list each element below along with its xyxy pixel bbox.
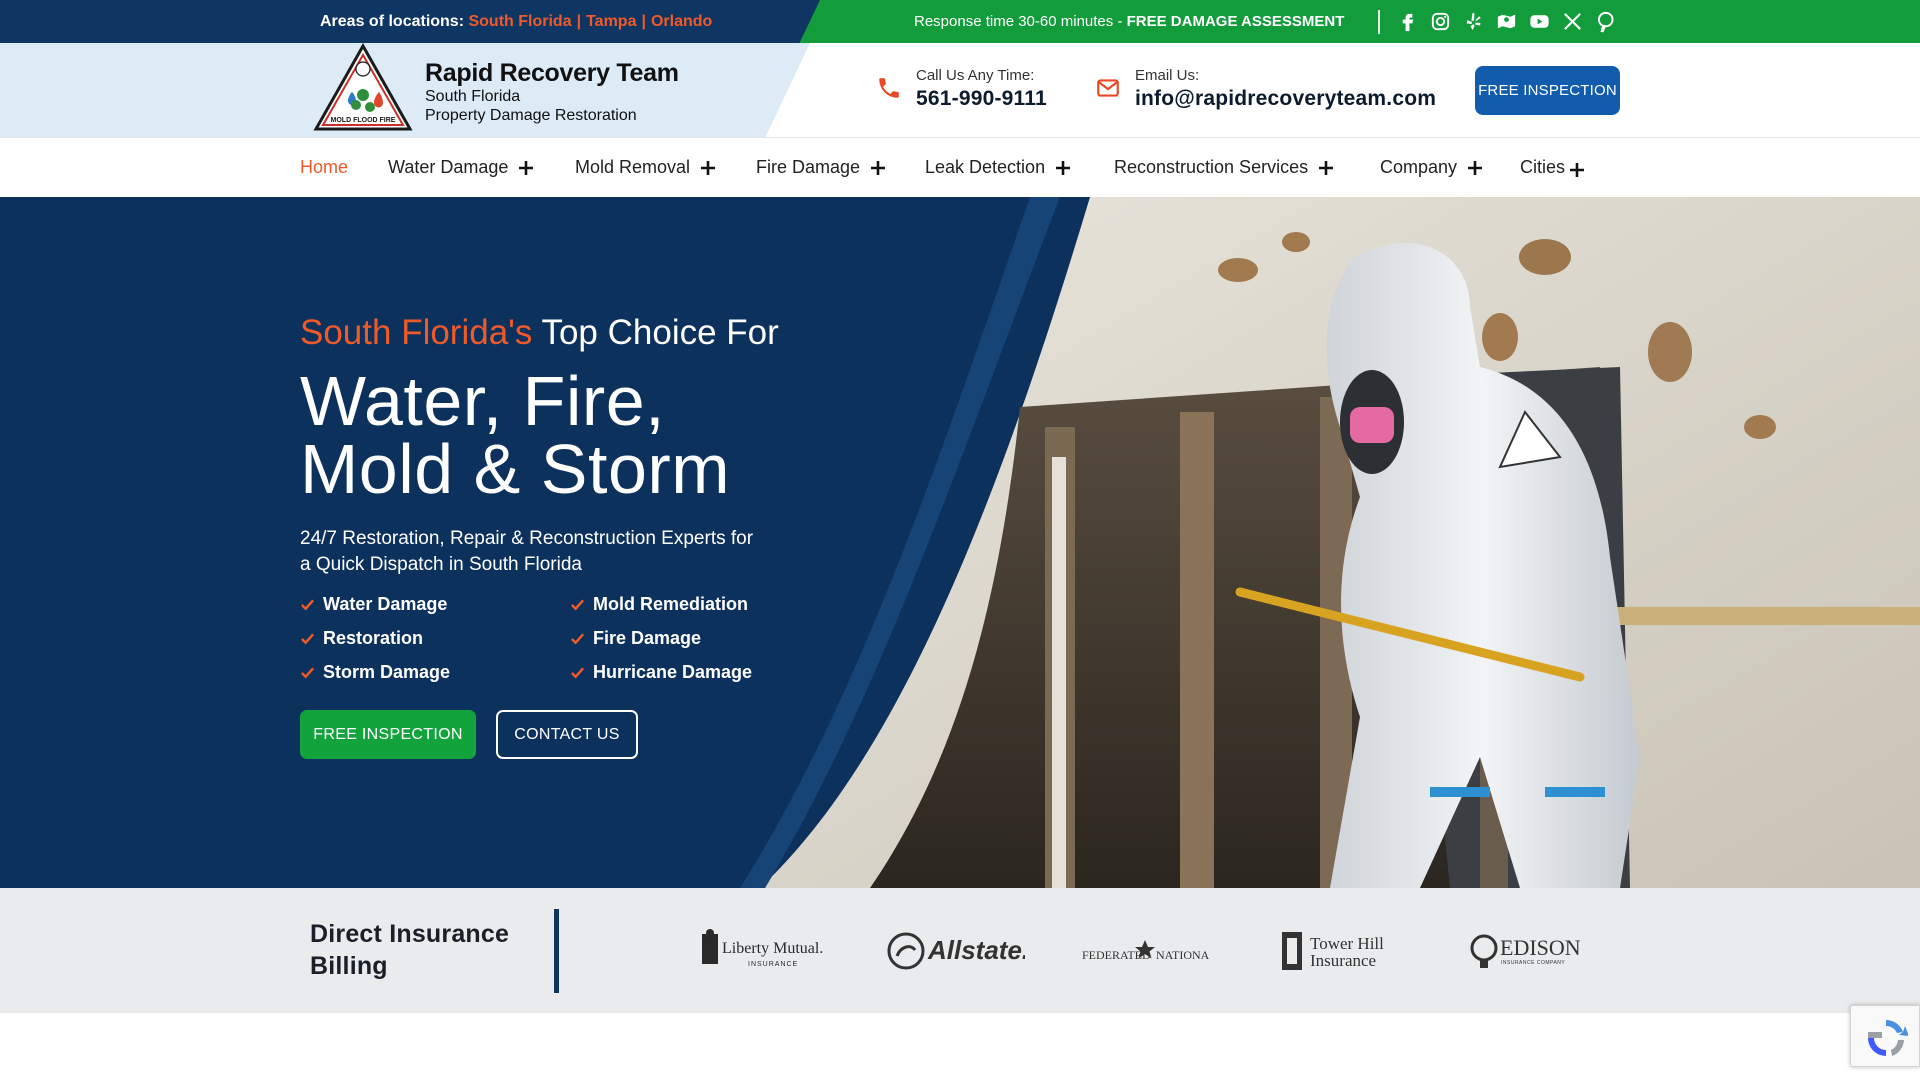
insurance-billing-strip: Direct Insurance Billing Liberty Mutual.…	[0, 888, 1920, 1013]
check-item: Mold Remediation	[570, 594, 748, 615]
svg-text:Insurance: Insurance	[1310, 951, 1376, 970]
phone-icon	[879, 78, 899, 98]
mail-icon	[1097, 79, 1119, 97]
svg-text:INSURANCE COMPANY: INSURANCE COMPANY	[1501, 960, 1565, 966]
yelp-icon[interactable]	[1462, 10, 1485, 33]
top-bar: Areas of locations: South Florida | Tampa |…	[0, 0, 1920, 43]
email-address[interactable]: info@rapidrecoveryteam.com	[1135, 85, 1436, 113]
map-icon[interactable]	[1495, 10, 1518, 33]
svg-text:EDISON: EDISON	[1500, 935, 1581, 960]
response-time: Response time 30-60 minutes - FREE DAMAG…	[914, 13, 1345, 30]
service-areas: Areas of locations: South Florida | Tampa |…	[320, 13, 713, 30]
plus-icon[interactable]	[700, 160, 716, 176]
site-header: MOLD FLOOD FIRE Rapid Recovery Team Sout…	[0, 42, 1920, 138]
check-icon	[301, 667, 315, 679]
brand-text: Rapid Recovery Team South Florida Proper…	[425, 59, 679, 126]
recaptcha-icon	[1868, 1020, 1908, 1056]
hero-free-inspection-button[interactable]: FREE INSPECTION	[300, 710, 476, 759]
edison-logo: EDISON INSURANCE COMPANY	[1470, 934, 1581, 968]
check-icon	[301, 599, 315, 611]
insurance-title: Direct Insurance Billing	[310, 920, 510, 980]
plus-icon[interactable]	[1467, 160, 1483, 176]
hero-contact-us-button[interactable]: CONTACT US	[496, 710, 638, 759]
plus-icon[interactable]	[1569, 162, 1585, 178]
brand-logo[interactable]: MOLD FLOOD FIRE	[312, 42, 414, 137]
main-nav: Home Water Damage Mold Removal Fire Dama…	[0, 138, 1920, 197]
hero-description: 24/7 Restoration, Repair & Reconstructio…	[300, 528, 754, 575]
free-assessment-text: FREE DAMAGE ASSESSMENT	[1126, 13, 1345, 30]
nav-fire-damage[interactable]: Fire Damage	[756, 138, 886, 197]
phone-label: Call Us Any Time:	[916, 67, 1035, 84]
header-free-inspection-button[interactable]: FREE INSPECTION	[1475, 66, 1620, 115]
check-icon	[301, 633, 315, 645]
hero-headline: Water, Fire, Mold & Storm	[300, 362, 730, 508]
nav-water-damage[interactable]: Water Damage	[388, 138, 534, 197]
topbar-divider	[1378, 10, 1380, 34]
brand-region: South Florida	[425, 88, 521, 105]
area-link-orlando[interactable]: Orlando	[651, 13, 712, 30]
hero-section: South Florida's Top Choice For Water, Fi…	[0, 197, 1920, 888]
liberty-mutual-logo: Liberty Mutual. INSURANCE	[702, 929, 823, 968]
area-link-tampa[interactable]: Tampa	[586, 13, 636, 30]
allstate-logo: Allstate.	[887, 932, 1025, 970]
hero-eyebrow: South Florida's Top Choice For	[300, 313, 779, 352]
phone-contact[interactable]: Call Us Any Time: 561-990-9111	[876, 67, 1047, 113]
nav-home[interactable]: Home	[300, 138, 348, 197]
email-label: Email Us:	[1135, 67, 1200, 84]
areas-label: Areas of locations:	[320, 13, 465, 30]
nav-leak-detection[interactable]: Leak Detection	[925, 138, 1071, 197]
brand-name[interactable]: Rapid Recovery Team	[425, 59, 679, 87]
nav-cities[interactable]: Cities	[1520, 138, 1585, 197]
check-item: Restoration	[300, 628, 423, 649]
svg-text:Liberty Mutual.: Liberty Mutual.	[722, 940, 823, 957]
check-item: Water Damage	[300, 594, 447, 615]
check-icon	[571, 633, 585, 645]
instagram-icon[interactable]	[1429, 10, 1452, 33]
plus-icon[interactable]	[1055, 160, 1071, 176]
check-item: Hurricane Damage	[570, 662, 752, 683]
pinterest-icon[interactable]	[1594, 10, 1617, 33]
insurance-divider	[554, 909, 559, 993]
email-contact[interactable]: Email Us: info@rapidrecoveryteam.com	[1095, 67, 1436, 113]
check-icon	[571, 667, 585, 679]
svg-text:NATIONAL: NATIONAL	[1156, 948, 1210, 962]
brand-tagline: Property Damage Restoration	[425, 107, 637, 124]
phone-number[interactable]: 561-990-9111	[916, 85, 1047, 113]
federated-national-logo: FEDERATED NATIONAL	[1082, 940, 1210, 962]
check-icon	[571, 599, 585, 611]
check-item: Fire Damage	[570, 628, 701, 649]
plus-icon[interactable]	[518, 160, 534, 176]
nav-reconstruction-services[interactable]: Reconstruction Services	[1114, 138, 1334, 197]
recaptcha-badge[interactable]	[1850, 1005, 1920, 1067]
social-links	[1396, 0, 1617, 43]
plus-icon[interactable]	[870, 160, 886, 176]
area-link-south-florida[interactable]: South Florida	[468, 13, 571, 30]
plus-icon[interactable]	[1318, 160, 1334, 176]
x-icon[interactable]	[1561, 10, 1584, 33]
svg-text:INSURANCE: INSURANCE	[748, 961, 798, 968]
check-item: Storm Damage	[300, 662, 450, 683]
svg-text:MOLD FLOOD FIRE: MOLD FLOOD FIRE	[331, 117, 396, 124]
hero-photo-worker-mold-removal	[0, 197, 1920, 888]
nav-company[interactable]: Company	[1380, 138, 1483, 197]
svg-text:Allstate.: Allstate.	[927, 935, 1025, 965]
nav-mold-removal[interactable]: Mold Removal	[575, 138, 716, 197]
tower-hill-logo: Tower Hill Insurance	[1282, 932, 1384, 970]
youtube-icon[interactable]	[1528, 10, 1551, 33]
facebook-icon[interactable]	[1396, 10, 1419, 33]
